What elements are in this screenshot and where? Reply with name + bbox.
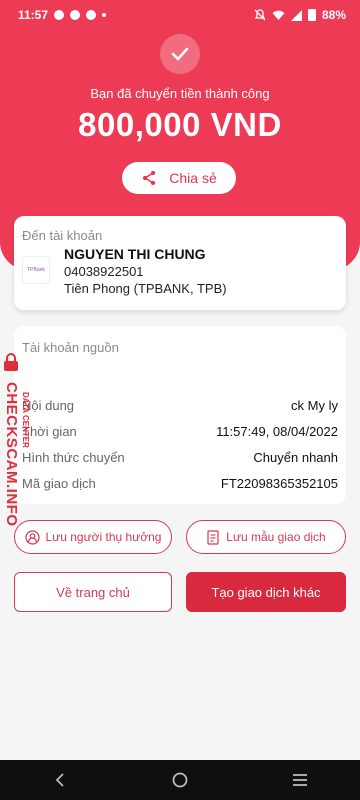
detail-value: Chuyển nhanh bbox=[253, 450, 338, 465]
more-notifications-icon bbox=[102, 13, 107, 17]
watermark: CHECKSCAM.INFO DATA CENTER bbox=[0, 352, 44, 532]
detail-value: 11:57:49, 08/04/2022 bbox=[216, 424, 338, 439]
success-check-icon bbox=[160, 34, 200, 74]
wifi-icon bbox=[272, 10, 285, 20]
signal-icon bbox=[290, 9, 302, 21]
back-icon bbox=[55, 773, 64, 787]
messenger-icon bbox=[54, 10, 65, 20]
recipient-label: Đến tài khoản bbox=[22, 228, 103, 243]
share-button[interactable]: Chia sẻ bbox=[122, 162, 236, 194]
status-time: 11:57 bbox=[18, 8, 49, 22]
nav-back-button[interactable] bbox=[40, 765, 80, 795]
share-label: Chia sẻ bbox=[169, 170, 217, 186]
detail-row-content: Nội dung ck My ly bbox=[22, 398, 338, 413]
status-left: 11:57 bbox=[18, 8, 107, 22]
recipient-bank: Tiên Phong (TPBANK, TPB) bbox=[64, 281, 227, 296]
template-icon bbox=[207, 529, 219, 545]
system-nav-bar bbox=[0, 760, 360, 800]
detail-value: FT22098365352105 bbox=[220, 476, 338, 491]
save-template-label: Lưu mẫu giao dịch bbox=[226, 530, 326, 544]
nav-home-button[interactable] bbox=[160, 765, 200, 795]
detail-row-transaction-id: Mã giao dịch FT22098365352105 bbox=[22, 476, 338, 491]
detail-value: ck My ly bbox=[291, 398, 338, 413]
recipient-card: Đến tài khoản TPBank NGUYEN THI CHUNG 04… bbox=[14, 216, 346, 310]
mute-icon bbox=[254, 9, 266, 21]
watermark-subtext: DATA CENTER bbox=[21, 392, 30, 448]
facebook-icon bbox=[86, 10, 97, 20]
transfer-amount: 800,000 VND bbox=[78, 106, 282, 143]
new-transaction-button[interactable]: Tạo giao dịch khác bbox=[186, 572, 346, 612]
home-button[interactable]: Về trang chủ bbox=[14, 572, 172, 612]
detail-row-time: Thời gian 11:57:49, 08/04/2022 bbox=[22, 424, 338, 439]
recipient-name: NGUYEN THI CHUNG bbox=[64, 246, 206, 262]
home-circle-icon bbox=[172, 772, 188, 788]
battery-icon bbox=[307, 9, 316, 21]
recents-icon bbox=[293, 774, 307, 786]
transaction-details-card: Tài khoản nguồn Nội dung ck My ly Thời g… bbox=[14, 326, 346, 504]
lock-icon bbox=[4, 353, 18, 371]
save-template-button[interactable]: Lưu mẫu giao dịch bbox=[186, 520, 346, 554]
save-beneficiary-label: Lưu người thụ hưởng bbox=[45, 530, 162, 544]
success-message: Bạn đã chuyển tiền thành công bbox=[90, 86, 270, 101]
share-icon bbox=[143, 171, 156, 185]
nav-recents-button[interactable] bbox=[280, 765, 320, 795]
battery-percent: 88% bbox=[321, 8, 346, 22]
watermark-text: CHECKSCAM.INFO bbox=[3, 382, 20, 527]
chat-icon bbox=[70, 10, 81, 20]
bank-logo-icon: TPBank bbox=[22, 256, 50, 284]
status-bar: 11:57 88% bbox=[0, 0, 360, 30]
recipient-account-number: 04038922501 bbox=[64, 264, 144, 279]
status-right: 88% bbox=[254, 8, 346, 22]
detail-row-method: Hình thức chuyển Chuyển nhanh bbox=[22, 450, 338, 465]
